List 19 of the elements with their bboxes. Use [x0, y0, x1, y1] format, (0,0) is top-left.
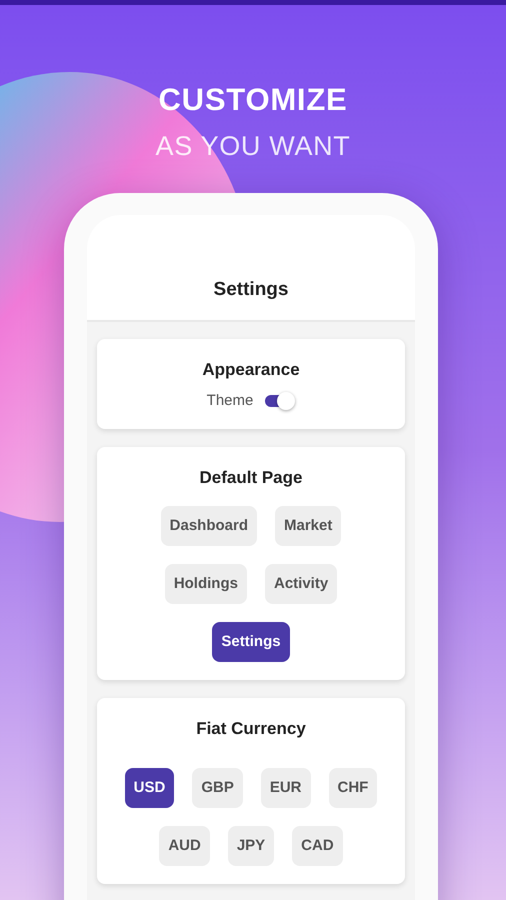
option-chip[interactable]: Settings — [212, 622, 290, 662]
headline: CUSTOMIZE — [158, 82, 348, 118]
card-title: Fiat Currency — [196, 718, 306, 740]
option-chip[interactable]: Dashboard — [160, 506, 257, 546]
option-chip[interactable]: Holdings — [164, 564, 247, 604]
theme-label: Theme — [206, 390, 254, 411]
option-chip[interactable]: Activity — [264, 564, 338, 604]
card-title: Appearance — [202, 359, 300, 381]
option-chip[interactable]: CAD — [292, 826, 343, 866]
option-chip[interactable]: GBP — [192, 768, 243, 808]
option-chip[interactable]: CHF — [328, 768, 378, 808]
option-chip[interactable]: AUD — [159, 826, 210, 866]
card-title: Default Page — [200, 467, 302, 489]
option-chip[interactable]: EUR — [260, 768, 311, 808]
screen-title: Settings — [214, 278, 288, 302]
option-chip[interactable]: USD — [124, 768, 174, 808]
option-chip[interactable]: Market — [275, 506, 342, 546]
theme-toggle[interactable] — [265, 392, 296, 410]
option-chip[interactable]: JPY — [228, 826, 274, 866]
